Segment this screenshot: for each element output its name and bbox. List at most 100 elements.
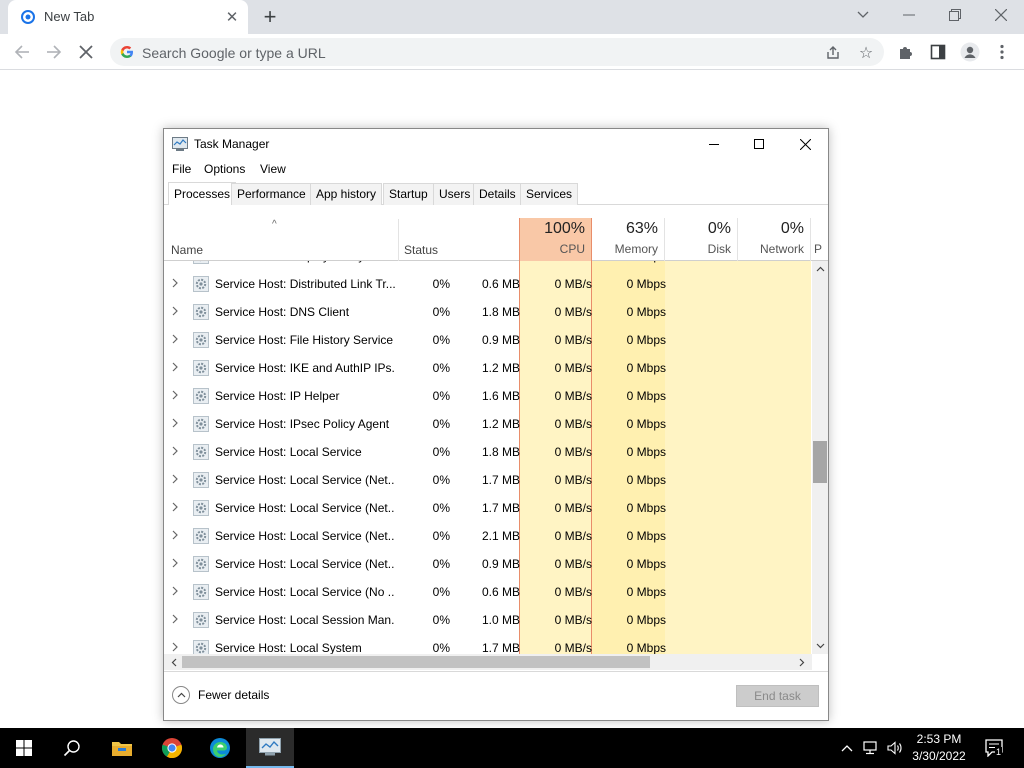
process-disk-value: 0 MB/s — [555, 261, 592, 263]
file-explorer-folder-icon[interactable] — [98, 728, 146, 768]
process-network-value: 0 Mbps — [626, 389, 666, 403]
browser-toolbar: Search Google or type a URL ☆ — [0, 34, 1024, 70]
task-manager-taskbar-icon[interactable] — [246, 728, 294, 768]
clock-time[interactable]: 2:53 PM — [900, 732, 978, 746]
end-task-button[interactable]: End task — [736, 685, 819, 707]
process-memory-value: 1.6 MB — [481, 389, 520, 403]
edge-logo-icon[interactable] — [196, 728, 244, 768]
taskbar-search-icon[interactable] — [48, 728, 96, 768]
table-row[interactable]: Service Host: Local System 0% 1.7 MB 0 MB/s… — [164, 634, 812, 654]
task-manager-window: Task Manager File Options View Processes… — [163, 128, 829, 721]
extensions-puzzle-icon[interactable] — [894, 40, 918, 64]
tm-close-icon[interactable] — [782, 129, 828, 159]
side-panel-icon[interactable] — [926, 40, 950, 64]
table-row-partial[interactable]: Service Host: Display Policy Servi... 0% 0… — [164, 261, 812, 270]
task-manager-titlebar[interactable]: Task Manager — [164, 129, 828, 159]
tab-startup[interactable]: Startup — [383, 183, 434, 205]
table-row[interactable]: Service Host: Local Session Man... 0% 1.0 … — [164, 606, 812, 634]
process-network-value: 0 Mbps — [626, 333, 666, 347]
expand-chevron-icon[interactable] — [172, 305, 178, 319]
expand-chevron-icon[interactable] — [172, 333, 178, 347]
horizontal-scrollbar[interactable] — [164, 654, 812, 670]
profile-avatar-icon[interactable] — [958, 40, 982, 64]
table-row[interactable]: Service Host: Local Service (Net... 0% 1.7… — [164, 494, 812, 522]
action-center-notification-icon[interactable]: 1 — [984, 738, 1004, 758]
browser-minimize-icon[interactable] — [886, 0, 932, 30]
chrome-logo-icon[interactable] — [148, 728, 196, 768]
expand-chevron-icon[interactable] — [172, 473, 178, 487]
scroll-down-arrow-icon[interactable] — [812, 638, 828, 654]
browser-tab-new-tab[interactable]: New Tab ✕ — [8, 0, 248, 34]
browser-restore-icon[interactable] — [932, 0, 978, 30]
bookmark-star-icon[interactable]: ☆ — [857, 44, 875, 62]
new-tab-plus-icon[interactable]: + — [258, 4, 282, 29]
table-row[interactable]: Service Host: Distributed Link Tr... 0% 0.… — [164, 270, 812, 298]
fewer-details-chevron-icon — [172, 686, 190, 704]
expand-chevron-icon[interactable] — [172, 445, 178, 459]
menu-view[interactable]: View — [260, 162, 286, 176]
expand-chevron-icon[interactable] — [172, 585, 178, 599]
tm-minimize-icon[interactable] — [691, 129, 737, 159]
scroll-up-arrow-icon[interactable] — [812, 261, 828, 277]
tab-search-chevron-icon[interactable] — [840, 0, 886, 30]
tab-details[interactable]: Details — [473, 183, 522, 205]
expand-chevron-icon[interactable] — [172, 641, 178, 654]
browser-menu-kebab-icon[interactable] — [990, 40, 1014, 64]
column-header-power-partial[interactable]: P — [814, 218, 828, 261]
share-icon[interactable] — [824, 44, 842, 62]
column-header-status[interactable]: Status — [404, 243, 438, 257]
column-header-memory[interactable]: 63% Memory — [592, 218, 665, 261]
omnibox[interactable]: Search Google or type a URL ☆ — [110, 38, 884, 66]
table-row[interactable]: Service Host: Local Service (Net... 0% 1.7… — [164, 466, 812, 494]
column-header-disk[interactable]: 0% Disk — [665, 218, 738, 261]
tab-services[interactable]: Services — [520, 183, 579, 205]
process-memory-value: 1.7 MB — [481, 641, 520, 654]
table-row[interactable]: Service Host: DNS Client 0% 1.8 MB 0 MB/s 0 … — [164, 298, 812, 326]
tray-overflow-chevron-icon[interactable] — [838, 739, 856, 757]
browser-close-icon[interactable] — [978, 0, 1024, 30]
table-row[interactable]: Service Host: IKE and AuthIP IPs... 0% 1.2… — [164, 354, 812, 382]
browser-tabstrip: New Tab ✕ + — [0, 0, 1024, 34]
expand-chevron-icon[interactable] — [172, 277, 178, 291]
expand-chevron-icon[interactable] — [172, 613, 178, 627]
network-icon[interactable] — [862, 739, 880, 757]
table-row[interactable]: Service Host: File History Service 0% 0.9 … — [164, 326, 812, 354]
column-header-network[interactable]: 0% Network — [738, 218, 811, 261]
table-row[interactable]: Service Host: IPsec Policy Agent 0% 1.2 MB… — [164, 410, 812, 438]
vertical-scrollbar[interactable] — [812, 261, 828, 654]
menu-options[interactable]: Options — [204, 162, 245, 176]
forward-arrow-icon[interactable] — [42, 40, 66, 64]
table-row[interactable]: Service Host: Local Service (Net... 0% 0.9… — [164, 550, 812, 578]
scroll-right-arrow-icon[interactable] — [794, 654, 810, 670]
table-row[interactable]: Service Host: Local Service 0% 1.8 MB 0 MB/… — [164, 438, 812, 466]
column-header-name[interactable]: Name — [171, 243, 203, 257]
tab-users[interactable]: Users — [433, 183, 477, 205]
menu-file[interactable]: File — [172, 162, 191, 176]
expand-chevron-icon[interactable] — [172, 417, 178, 431]
clock-date[interactable]: 3/30/2022 — [900, 749, 978, 763]
expand-chevron-icon[interactable] — [172, 557, 178, 571]
horizontal-scroll-thumb[interactable] — [182, 656, 650, 668]
tm-maximize-icon[interactable] — [736, 129, 782, 159]
process-network-value: 0 Mbps — [626, 361, 666, 375]
back-arrow-icon[interactable] — [10, 40, 34, 64]
table-row[interactable]: Service Host: Local Service (Net... 0% 2.1… — [164, 522, 812, 550]
table-row[interactable]: Service Host: IP Helper 0% 1.6 MB 0 MB/s 0 M… — [164, 382, 812, 410]
tab-close-icon[interactable]: ✕ — [224, 9, 240, 26]
tab-processes[interactable]: Processes — [168, 182, 237, 205]
vertical-scroll-thumb[interactable] — [813, 441, 827, 483]
expand-chevron-icon[interactable] — [172, 389, 178, 403]
column-header-cpu[interactable]: 100% CPU — [519, 218, 592, 261]
tab-app-history[interactable]: App history — [310, 183, 383, 205]
stop-loading-icon[interactable] — [74, 40, 98, 64]
table-row[interactable]: Service Host: Local Service (No ... 0% 0.6… — [164, 578, 812, 606]
expand-chevron-icon[interactable] — [172, 361, 178, 375]
tab-performance[interactable]: Performance — [231, 183, 312, 205]
expand-chevron-icon[interactable] — [172, 501, 178, 515]
process-name: Service Host: IPsec Policy Agent — [215, 417, 390, 431]
start-windows-icon[interactable] — [0, 728, 48, 768]
process-network-value: 0 Mbps — [626, 417, 666, 431]
scroll-left-arrow-icon[interactable] — [166, 654, 182, 670]
expand-chevron-icon[interactable] — [172, 529, 178, 543]
expand-chevron-icon[interactable] — [172, 261, 178, 263]
